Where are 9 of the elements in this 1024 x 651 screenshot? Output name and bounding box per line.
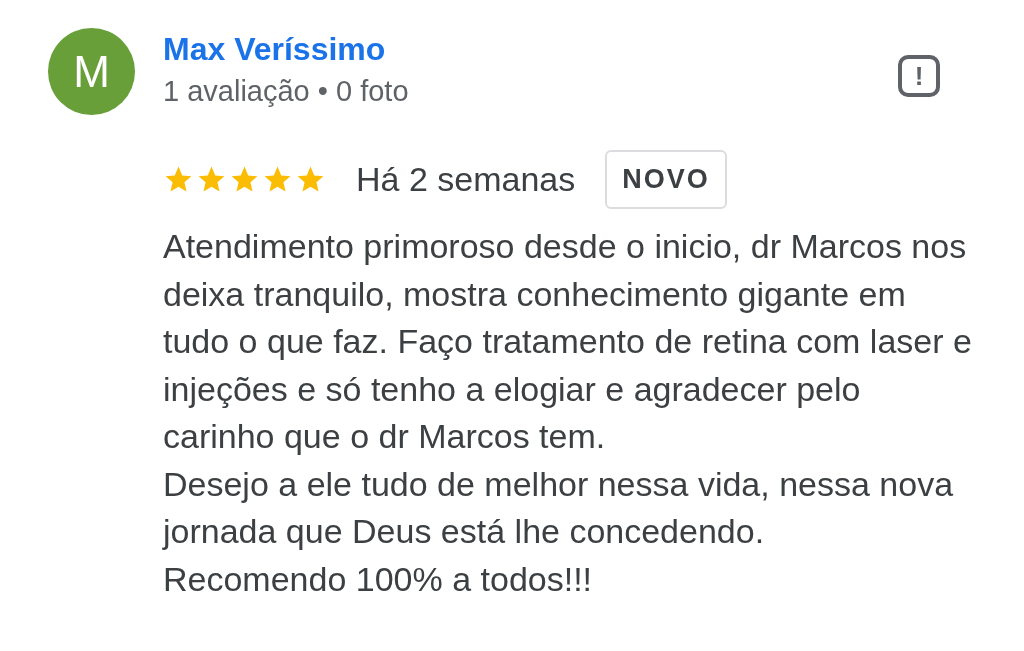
review-time: Há 2 semanas (356, 160, 576, 199)
review-text: Desejo a ele tudo de melhor nessa vida, nessa nova jornada que Deus está lhe concedendo. (163, 463, 955, 552)
avatar[interactable]: M (48, 28, 135, 115)
review-text: Atendimento primoroso desde o inicio, dr Marcos nos deixa tranquilo, mostra conhecimento gigante em tudo o que faz. Faço tratamento de retina com laser e injeções e só tenho a elogiar e agradecer pelo carinho que o dr Marcos tem. (163, 226, 973, 457)
report-icon[interactable]: ! (898, 55, 940, 97)
new-badge: NOVO (605, 150, 727, 209)
review-text: Recomendo 100% a todos!!! (163, 558, 594, 600)
review-count: 1 avaliação • 0 foto (163, 75, 410, 108)
author-name[interactable]: Max Veríssimo (163, 31, 898, 68)
